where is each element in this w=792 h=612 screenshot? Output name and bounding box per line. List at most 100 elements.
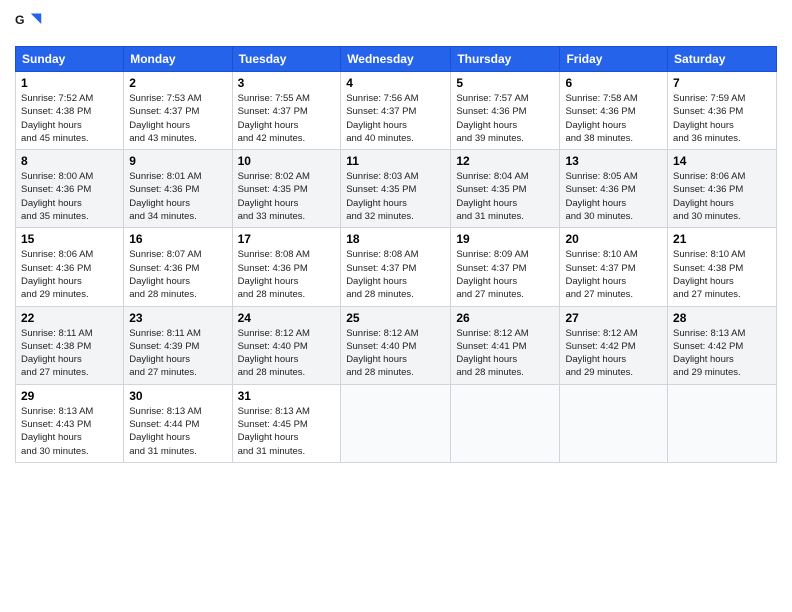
calendar-cell xyxy=(668,384,777,462)
day-number: 22 xyxy=(21,311,118,325)
day-info: Sunrise: 8:01 AMSunset: 4:36 PMDaylight … xyxy=(129,170,226,223)
calendar-cell: 7 Sunrise: 7:59 AMSunset: 4:36 PMDayligh… xyxy=(668,72,777,150)
calendar-cell: 30 Sunrise: 8:13 AMSunset: 4:44 PMDaylig… xyxy=(124,384,232,462)
day-info: Sunrise: 8:02 AMSunset: 4:35 PMDaylight … xyxy=(238,170,336,223)
calendar-cell: 11 Sunrise: 8:03 AMSunset: 4:35 PMDaylig… xyxy=(341,150,451,228)
calendar-cell: 19 Sunrise: 8:09 AMSunset: 4:37 PMDaylig… xyxy=(451,228,560,306)
calendar-cell: 18 Sunrise: 8:08 AMSunset: 4:37 PMDaylig… xyxy=(341,228,451,306)
day-number: 15 xyxy=(21,232,118,246)
day-info: Sunrise: 8:13 AMSunset: 4:43 PMDaylight … xyxy=(21,405,118,458)
calendar-cell: 5 Sunrise: 7:57 AMSunset: 4:36 PMDayligh… xyxy=(451,72,560,150)
calendar-week-3: 15 Sunrise: 8:06 AMSunset: 4:36 PMDaylig… xyxy=(16,228,777,306)
day-info: Sunrise: 8:12 AMSunset: 4:41 PMDaylight … xyxy=(456,327,554,380)
day-number: 25 xyxy=(346,311,445,325)
calendar-cell: 25 Sunrise: 8:12 AMSunset: 4:40 PMDaylig… xyxy=(341,306,451,384)
day-number: 2 xyxy=(129,76,226,90)
day-number: 1 xyxy=(21,76,118,90)
calendar-cell: 4 Sunrise: 7:56 AMSunset: 4:37 PMDayligh… xyxy=(341,72,451,150)
day-info: Sunrise: 7:53 AMSunset: 4:37 PMDaylight … xyxy=(129,92,226,145)
calendar-cell: 15 Sunrise: 8:06 AMSunset: 4:36 PMDaylig… xyxy=(16,228,124,306)
calendar-cell: 27 Sunrise: 8:12 AMSunset: 4:42 PMDaylig… xyxy=(560,306,668,384)
day-number: 18 xyxy=(346,232,445,246)
day-info: Sunrise: 8:12 AMSunset: 4:40 PMDaylight … xyxy=(238,327,336,380)
calendar-cell: 14 Sunrise: 8:06 AMSunset: 4:36 PMDaylig… xyxy=(668,150,777,228)
day-info: Sunrise: 8:05 AMSunset: 4:36 PMDaylight … xyxy=(565,170,662,223)
day-info: Sunrise: 8:06 AMSunset: 4:36 PMDaylight … xyxy=(21,248,118,301)
calendar-week-5: 29 Sunrise: 8:13 AMSunset: 4:43 PMDaylig… xyxy=(16,384,777,462)
day-number: 29 xyxy=(21,389,118,403)
day-number: 21 xyxy=(673,232,771,246)
calendar-cell: 1 Sunrise: 7:52 AMSunset: 4:38 PMDayligh… xyxy=(16,72,124,150)
day-info: Sunrise: 8:13 AMSunset: 4:42 PMDaylight … xyxy=(673,327,771,380)
day-number: 9 xyxy=(129,154,226,168)
day-info: Sunrise: 8:07 AMSunset: 4:36 PMDaylight … xyxy=(129,248,226,301)
day-info: Sunrise: 7:58 AMSunset: 4:36 PMDaylight … xyxy=(565,92,662,145)
day-info: Sunrise: 8:00 AMSunset: 4:36 PMDaylight … xyxy=(21,170,118,223)
day-info: Sunrise: 8:10 AMSunset: 4:38 PMDaylight … xyxy=(673,248,771,301)
calendar-header-row: SundayMondayTuesdayWednesdayThursdayFrid… xyxy=(16,47,777,72)
calendar-cell xyxy=(451,384,560,462)
day-number: 14 xyxy=(673,154,771,168)
calendar-cell: 8 Sunrise: 8:00 AMSunset: 4:36 PMDayligh… xyxy=(16,150,124,228)
weekday-header-thursday: Thursday xyxy=(451,47,560,72)
day-number: 31 xyxy=(238,389,336,403)
day-number: 28 xyxy=(673,311,771,325)
calendar-table: SundayMondayTuesdayWednesdayThursdayFrid… xyxy=(15,46,777,463)
day-number: 27 xyxy=(565,311,662,325)
day-info: Sunrise: 7:52 AMSunset: 4:38 PMDaylight … xyxy=(21,92,118,145)
calendar-week-1: 1 Sunrise: 7:52 AMSunset: 4:38 PMDayligh… xyxy=(16,72,777,150)
day-info: Sunrise: 8:13 AMSunset: 4:44 PMDaylight … xyxy=(129,405,226,458)
calendar-cell: 20 Sunrise: 8:10 AMSunset: 4:37 PMDaylig… xyxy=(560,228,668,306)
day-number: 13 xyxy=(565,154,662,168)
day-number: 23 xyxy=(129,311,226,325)
weekday-header-sunday: Sunday xyxy=(16,47,124,72)
day-info: Sunrise: 7:57 AMSunset: 4:36 PMDaylight … xyxy=(456,92,554,145)
calendar-cell: 23 Sunrise: 8:11 AMSunset: 4:39 PMDaylig… xyxy=(124,306,232,384)
day-info: Sunrise: 8:06 AMSunset: 4:36 PMDaylight … xyxy=(673,170,771,223)
calendar-cell: 28 Sunrise: 8:13 AMSunset: 4:42 PMDaylig… xyxy=(668,306,777,384)
day-number: 7 xyxy=(673,76,771,90)
day-number: 3 xyxy=(238,76,336,90)
day-number: 11 xyxy=(346,154,445,168)
day-info: Sunrise: 7:56 AMSunset: 4:37 PMDaylight … xyxy=(346,92,445,145)
page-header: G xyxy=(15,10,777,38)
calendar-cell: 9 Sunrise: 8:01 AMSunset: 4:36 PMDayligh… xyxy=(124,150,232,228)
calendar-cell xyxy=(341,384,451,462)
calendar-cell: 21 Sunrise: 8:10 AMSunset: 4:38 PMDaylig… xyxy=(668,228,777,306)
day-number: 16 xyxy=(129,232,226,246)
calendar-cell: 22 Sunrise: 8:11 AMSunset: 4:38 PMDaylig… xyxy=(16,306,124,384)
day-info: Sunrise: 7:59 AMSunset: 4:36 PMDaylight … xyxy=(673,92,771,145)
calendar-cell: 16 Sunrise: 8:07 AMSunset: 4:36 PMDaylig… xyxy=(124,228,232,306)
calendar-cell: 10 Sunrise: 8:02 AMSunset: 4:35 PMDaylig… xyxy=(232,150,341,228)
day-number: 10 xyxy=(238,154,336,168)
day-number: 6 xyxy=(565,76,662,90)
day-info: Sunrise: 8:13 AMSunset: 4:45 PMDaylight … xyxy=(238,405,336,458)
logo: G xyxy=(15,10,47,38)
weekday-header-friday: Friday xyxy=(560,47,668,72)
day-info: Sunrise: 8:09 AMSunset: 4:37 PMDaylight … xyxy=(456,248,554,301)
calendar-cell: 24 Sunrise: 8:12 AMSunset: 4:40 PMDaylig… xyxy=(232,306,341,384)
day-number: 8 xyxy=(21,154,118,168)
weekday-header-saturday: Saturday xyxy=(668,47,777,72)
day-info: Sunrise: 8:11 AMSunset: 4:38 PMDaylight … xyxy=(21,327,118,380)
weekday-header-tuesday: Tuesday xyxy=(232,47,341,72)
logo-icon: G xyxy=(15,10,43,38)
day-info: Sunrise: 8:11 AMSunset: 4:39 PMDaylight … xyxy=(129,327,226,380)
calendar-cell: 6 Sunrise: 7:58 AMSunset: 4:36 PMDayligh… xyxy=(560,72,668,150)
day-info: Sunrise: 8:04 AMSunset: 4:35 PMDaylight … xyxy=(456,170,554,223)
calendar-cell: 29 Sunrise: 8:13 AMSunset: 4:43 PMDaylig… xyxy=(16,384,124,462)
calendar-cell xyxy=(560,384,668,462)
calendar-cell: 13 Sunrise: 8:05 AMSunset: 4:36 PMDaylig… xyxy=(560,150,668,228)
calendar-week-2: 8 Sunrise: 8:00 AMSunset: 4:36 PMDayligh… xyxy=(16,150,777,228)
calendar-cell: 12 Sunrise: 8:04 AMSunset: 4:35 PMDaylig… xyxy=(451,150,560,228)
day-number: 20 xyxy=(565,232,662,246)
calendar-cell: 3 Sunrise: 7:55 AMSunset: 4:37 PMDayligh… xyxy=(232,72,341,150)
day-info: Sunrise: 8:08 AMSunset: 4:37 PMDaylight … xyxy=(346,248,445,301)
day-info: Sunrise: 8:08 AMSunset: 4:36 PMDaylight … xyxy=(238,248,336,301)
day-info: Sunrise: 8:12 AMSunset: 4:42 PMDaylight … xyxy=(565,327,662,380)
day-info: Sunrise: 8:12 AMSunset: 4:40 PMDaylight … xyxy=(346,327,445,380)
day-number: 17 xyxy=(238,232,336,246)
day-info: Sunrise: 8:10 AMSunset: 4:37 PMDaylight … xyxy=(565,248,662,301)
weekday-header-wednesday: Wednesday xyxy=(341,47,451,72)
day-number: 5 xyxy=(456,76,554,90)
